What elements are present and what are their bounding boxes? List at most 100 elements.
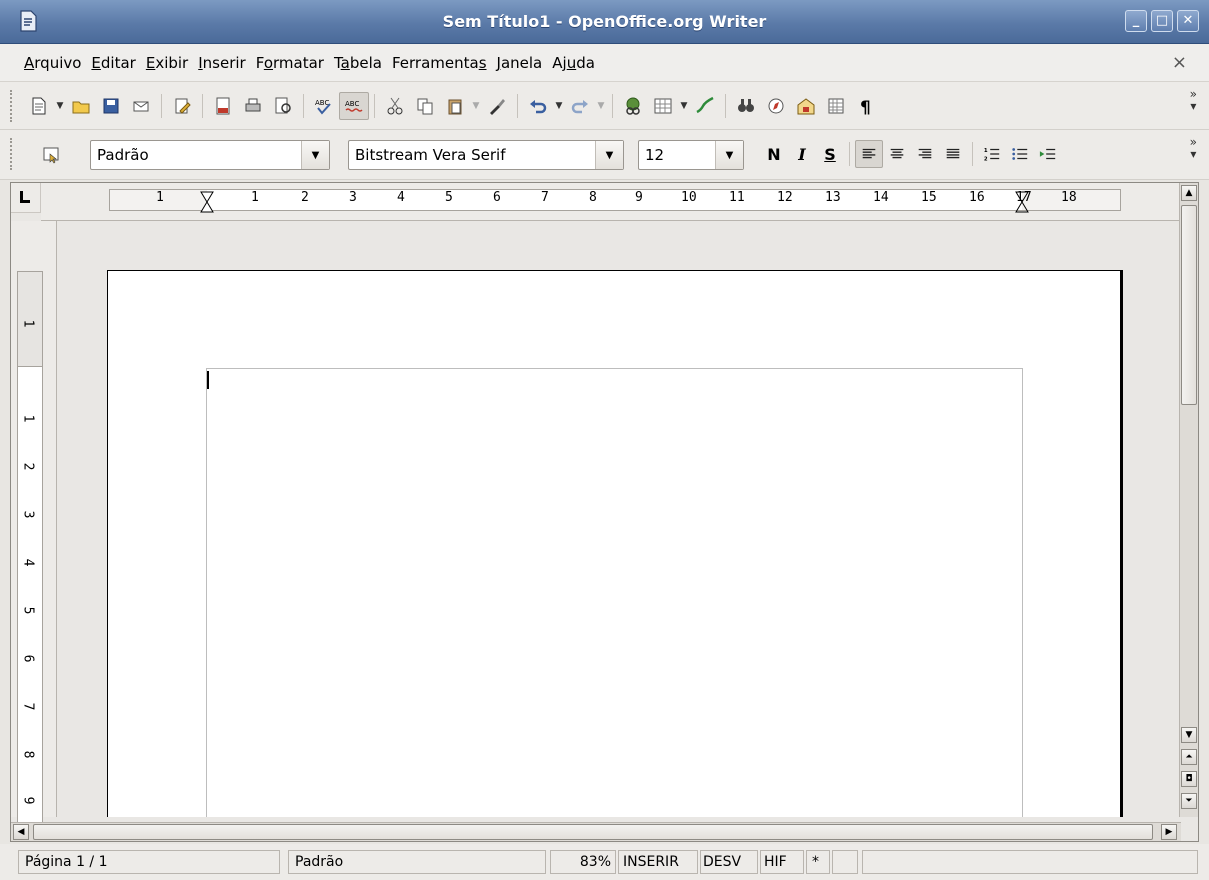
toolbar-grip[interactable] <box>10 138 16 170</box>
vertical-scrollbar[interactable]: ▲ ▼ ⏶ ◘ ⏷ <box>1179 183 1198 817</box>
horizontal-ruler[interactable]: 1 1 2 3 4 5 6 7 8 9 10 11 12 13 14 15 16… <box>41 183 1181 221</box>
save-icon[interactable] <box>96 92 126 120</box>
export-pdf-icon[interactable] <box>208 92 238 120</box>
menu-arquivo[interactable]: Arquivo <box>24 54 89 72</box>
paragraph-style-combo[interactable]: Padrão ▼ <box>90 140 330 170</box>
spellcheck-icon[interactable]: ABC <box>309 92 339 120</box>
toolbar-overflow-button[interactable]: » ▾ <box>1190 88 1197 112</box>
next-page-button[interactable]: ⏷ <box>1181 793 1197 809</box>
scroll-left-button[interactable]: ◀ <box>13 824 29 840</box>
chevron-down-icon[interactable]: ▼ <box>595 141 623 169</box>
horizontal-scrollbar[interactable]: ◀ ▶ <box>11 822 1181 841</box>
font-name-value[interactable]: Bitstream Vera Serif <box>349 146 595 164</box>
menu-tabela[interactable]: Tabela <box>334 54 390 72</box>
paste-icon[interactable] <box>440 92 470 120</box>
data-sources-icon[interactable] <box>821 92 851 120</box>
find-replace-icon[interactable] <box>731 92 761 120</box>
align-left-icon[interactable] <box>855 140 883 168</box>
table-dropdown[interactable]: ▼ <box>678 101 690 111</box>
undo-icon[interactable] <box>523 92 553 120</box>
chevron-down-icon[interactable]: ▼ <box>301 141 329 169</box>
new-document-dropdown[interactable]: ▼ <box>54 101 66 111</box>
menu-inserir[interactable]: Inserir <box>198 54 254 72</box>
status-digital-signature[interactable] <box>832 850 858 874</box>
styles-formatting-icon[interactable] <box>36 141 66 169</box>
ruler-number: 10 <box>681 190 697 205</box>
paste-dropdown[interactable]: ▼ <box>470 101 482 111</box>
autospellcheck-icon[interactable]: ABC <box>339 92 369 120</box>
status-page[interactable]: Página 1 / 1 <box>18 850 280 874</box>
redo-icon[interactable] <box>565 92 595 120</box>
open-folder-icon[interactable] <box>66 92 96 120</box>
menu-ferramentas[interactable]: Ferramentas <box>392 54 495 72</box>
bold-button[interactable]: N <box>760 140 788 168</box>
chevron-down-icon[interactable]: ▼ <box>715 141 743 169</box>
status-hyperlink-mode[interactable]: HIF <box>760 850 804 874</box>
numbering-icon[interactable]: 12 <box>978 140 1006 168</box>
ruler-number: 11 <box>729 190 745 205</box>
menu-exibir[interactable]: Exibir <box>146 54 196 72</box>
align-center-icon[interactable] <box>883 140 911 168</box>
page-preview-icon[interactable] <box>268 92 298 120</box>
align-right-icon[interactable] <box>911 140 939 168</box>
document-page[interactable] <box>107 270 1123 817</box>
vertical-scroll-thumb[interactable] <box>1181 205 1197 405</box>
close-document-button[interactable]: × <box>1172 52 1187 73</box>
text-boundaries[interactable] <box>206 368 1023 817</box>
paragraph-style-value[interactable]: Padrão <box>91 146 301 164</box>
table-icon[interactable] <box>648 92 678 120</box>
scroll-down-button[interactable]: ▼ <box>1181 727 1197 743</box>
edit-file-icon[interactable] <box>167 92 197 120</box>
navigation-button[interactable]: ◘ <box>1181 771 1197 787</box>
menu-formatar[interactable]: Formatar <box>256 54 332 72</box>
menu-editar[interactable]: Editar <box>91 54 143 72</box>
navigator-icon[interactable] <box>761 92 791 120</box>
indent-marker-icon[interactable] <box>200 191 214 213</box>
tab-stop-type-button[interactable] <box>11 183 41 213</box>
font-size-value[interactable]: 12 <box>639 146 715 164</box>
justify-icon[interactable] <box>939 140 967 168</box>
gallery-icon[interactable] <box>791 92 821 120</box>
copy-icon[interactable] <box>410 92 440 120</box>
right-indent-marker-icon[interactable] <box>1015 191 1029 213</box>
undo-dropdown[interactable]: ▼ <box>553 101 565 111</box>
scroll-right-button[interactable]: ▶ <box>1161 824 1177 840</box>
cut-icon[interactable] <box>380 92 410 120</box>
bullets-icon[interactable] <box>1006 140 1034 168</box>
vertical-ruler[interactable]: 1 1 2 3 4 5 6 7 8 9 <box>11 221 57 831</box>
format-paintbrush-icon[interactable] <box>482 92 512 120</box>
menu-ajuda[interactable]: Ajuda <box>552 54 603 72</box>
maximize-button[interactable]: □ <box>1151 10 1173 32</box>
formatting-marks-icon[interactable]: ¶ <box>851 92 881 120</box>
email-icon[interactable] <box>126 92 156 120</box>
close-window-button[interactable]: ✕ <box>1177 10 1199 32</box>
status-selection-mode[interactable]: DESV <box>700 850 758 874</box>
svg-text:¶: ¶ <box>860 98 871 116</box>
status-zoom[interactable]: 83% <box>550 850 616 874</box>
new-document-icon[interactable] <box>24 92 54 120</box>
previous-page-button[interactable]: ⏶ <box>1181 749 1197 765</box>
document-canvas[interactable] <box>58 221 1181 817</box>
status-page-style[interactable]: Padrão <box>288 850 546 874</box>
ruler-number: 7 <box>541 190 549 205</box>
font-size-combo[interactable]: 12 ▼ <box>638 140 744 170</box>
toolbar-grip[interactable] <box>10 90 16 122</box>
menu-janela[interactable]: Janela <box>497 54 551 72</box>
status-bar: Página 1 / 1 Padrão 83% INSERIR DESV HIF… <box>0 844 1209 880</box>
status-insert-mode[interactable]: INSERIR <box>618 850 698 874</box>
print-icon[interactable] <box>238 92 268 120</box>
horizontal-scroll-thumb[interactable] <box>33 824 1153 840</box>
underline-button[interactable]: S <box>816 140 844 168</box>
font-name-combo[interactable]: Bitstream Vera Serif ▼ <box>348 140 624 170</box>
hyperlink-icon[interactable] <box>618 92 648 120</box>
title-bar: Sem Título1 - OpenOffice.org Writer _ □ … <box>0 0 1209 44</box>
scroll-up-button[interactable]: ▲ <box>1181 185 1197 201</box>
draw-functions-icon[interactable] <box>690 92 720 120</box>
text-cursor <box>207 371 209 389</box>
menu-bar: Arquivo Editar Exibir Inserir Formatar T… <box>0 44 1209 82</box>
minimize-button[interactable]: _ <box>1125 10 1147 32</box>
decrease-indent-icon[interactable] <box>1034 140 1062 168</box>
redo-dropdown[interactable]: ▼ <box>595 101 607 111</box>
italic-button[interactable]: I <box>788 140 816 168</box>
toolbar-overflow-button[interactable]: » ▾ <box>1190 136 1197 160</box>
